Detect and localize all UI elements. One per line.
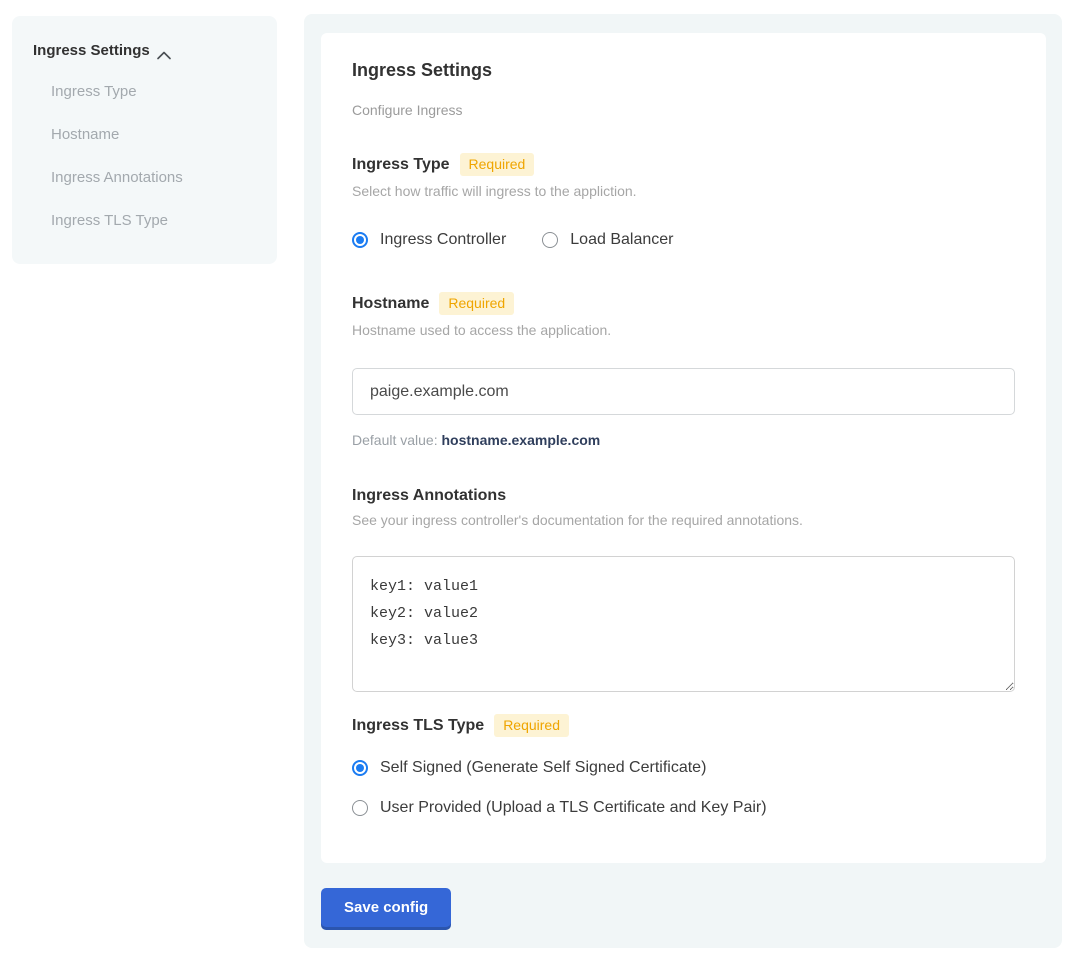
page-subtitle: Configure Ingress (352, 102, 1015, 118)
sidebar-header-label: Ingress Settings (33, 42, 150, 59)
default-value-label: Default value: (352, 432, 438, 448)
sidebar-item-ingress-type[interactable]: Ingress Type (51, 83, 257, 100)
radio-load-balancer[interactable]: Load Balancer (542, 231, 673, 249)
ingress-type-options: Ingress Controller Load Balancer (352, 231, 1015, 249)
sidebar-header-ingress-settings[interactable]: Ingress Settings (33, 42, 257, 59)
radio-user-provided[interactable]: User Provided (Upload a TLS Certificate … (352, 799, 1015, 817)
ingress-type-heading: Ingress Type Required (352, 153, 1015, 176)
group-ingress-type: Ingress Type Required Select how traffic… (352, 153, 1015, 249)
radio-icon (352, 760, 368, 776)
radio-label: Self Signed (Generate Self Signed Certif… (380, 759, 706, 777)
main-panel: Ingress Settings Configure Ingress Ingre… (304, 14, 1062, 948)
hostname-input[interactable] (352, 368, 1015, 415)
required-badge: Required (439, 292, 514, 315)
radio-icon (542, 232, 558, 248)
hostname-default-line: Default value: hostname.example.com (352, 432, 1015, 448)
required-badge: Required (460, 153, 535, 176)
sidebar-item-ingress-tls-type[interactable]: Ingress TLS Type (51, 212, 257, 229)
radio-label: Load Balancer (570, 231, 673, 249)
annotations-heading: Ingress Annotations (352, 487, 1015, 505)
tls-type-heading: Ingress TLS Type Required (352, 714, 1015, 737)
group-ingress-annotations: Ingress Annotations See your ingress con… (352, 487, 1015, 692)
ingress-type-label: Ingress Type (352, 156, 450, 174)
radio-self-signed[interactable]: Self Signed (Generate Self Signed Certif… (352, 759, 1015, 777)
tls-type-label: Ingress TLS Type (352, 717, 484, 735)
ingress-type-help: Select how traffic will ingress to the a… (352, 183, 1015, 199)
radio-label: User Provided (Upload a TLS Certificate … (380, 799, 767, 817)
sidebar-item-hostname[interactable]: Hostname (51, 126, 257, 143)
default-value-text: hostname.example.com (442, 432, 601, 448)
config-card: Ingress Settings Configure Ingress Ingre… (321, 33, 1046, 863)
group-ingress-tls-type: Ingress TLS Type Required Self Signed (G… (352, 714, 1015, 817)
hostname-heading: Hostname Required (352, 292, 1015, 315)
chevron-up-icon (157, 47, 171, 56)
annotations-help: See your ingress controller's documentat… (352, 512, 1015, 528)
radio-ingress-controller[interactable]: Ingress Controller (352, 231, 506, 249)
group-hostname: Hostname Required Hostname used to acces… (352, 292, 1015, 448)
radio-label: Ingress Controller (380, 231, 506, 249)
page-title: Ingress Settings (352, 60, 1015, 81)
radio-icon (352, 232, 368, 248)
annotations-label: Ingress Annotations (352, 487, 506, 505)
radio-icon (352, 800, 368, 816)
required-badge: Required (494, 714, 569, 737)
sidebar: Ingress Settings Ingress Type Hostname I… (12, 16, 277, 264)
sidebar-item-ingress-annotations[interactable]: Ingress Annotations (51, 169, 257, 186)
hostname-help: Hostname used to access the application. (352, 322, 1015, 338)
sidebar-items: Ingress Type Hostname Ingress Annotation… (33, 83, 257, 229)
save-config-button[interactable]: Save config (321, 888, 451, 927)
hostname-label: Hostname (352, 295, 429, 313)
tls-type-options: Self Signed (Generate Self Signed Certif… (352, 759, 1015, 817)
annotations-textarea[interactable]: key1: value1 key2: value2 key3: value3 (352, 556, 1015, 692)
